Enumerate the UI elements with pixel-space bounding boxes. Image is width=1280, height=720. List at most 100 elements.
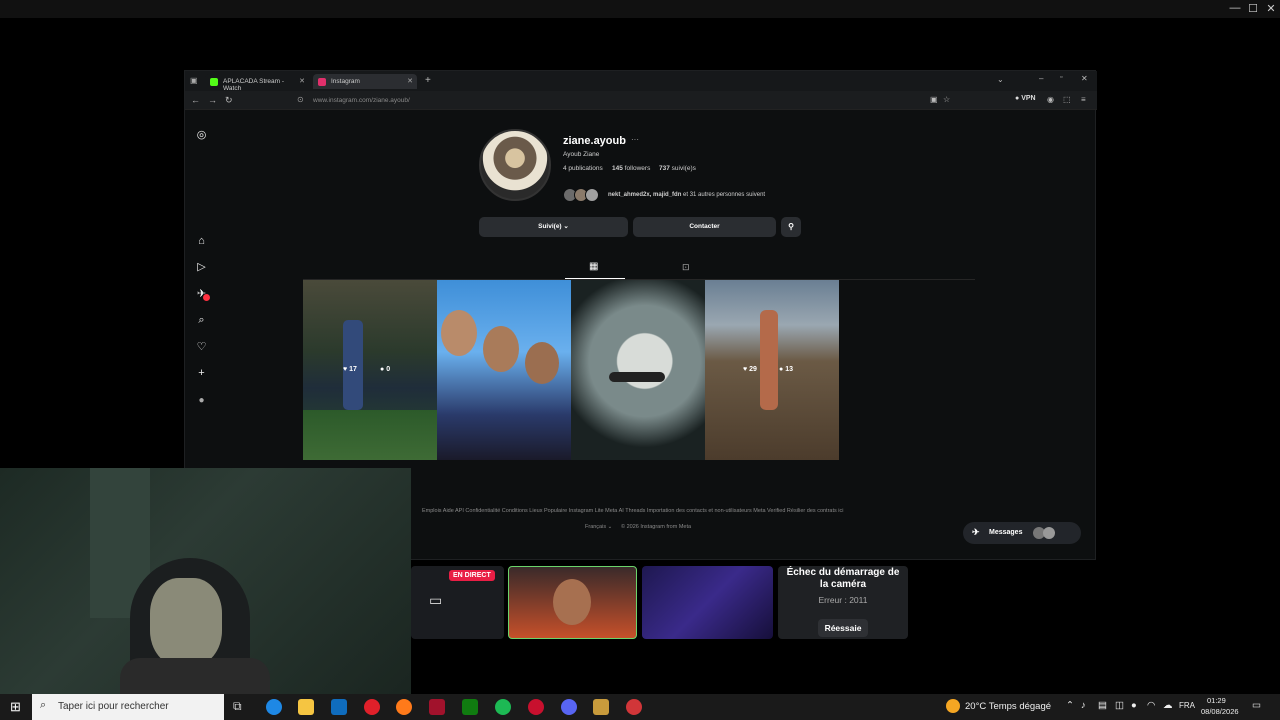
opera-icon[interactable] (364, 699, 380, 715)
tab-close-icon[interactable]: ✕ (407, 77, 413, 85)
language-indicator[interactable]: FRA (1179, 701, 1195, 710)
language-selector[interactable]: Français ⌄ (585, 524, 612, 530)
post-4[interactable]: ♥ 29 ● 13 (705, 280, 839, 460)
network-icon[interactable]: ◠ (1147, 700, 1155, 711)
avatar (1043, 527, 1055, 539)
volume-icon[interactable]: ♪ (1081, 700, 1086, 711)
clock-date[interactable]: 08/08/2026 (1201, 707, 1239, 716)
extensions-icon[interactable]: ⬚ (1063, 95, 1071, 104)
tab-instagram[interactable]: Instagram ✕ (313, 74, 417, 89)
screenshot-icon[interactable]: ▣ (930, 95, 938, 104)
menu-icon[interactable]: ≡ (1081, 95, 1086, 104)
retry-button[interactable]: Réessaie (818, 619, 868, 637)
instagram-logo-icon[interactable]: ◎ (195, 129, 208, 142)
post-3[interactable] (571, 280, 705, 460)
options-icon[interactable]: ··· (631, 135, 639, 144)
player-figure (343, 320, 363, 410)
notifications-icon[interactable]: ▭ (1252, 700, 1261, 711)
forward-icon[interactable]: → (208, 95, 217, 105)
vpn-label: VPN (1021, 95, 1036, 102)
profile-avatar-icon[interactable]: ● (195, 394, 208, 407)
search-icon: ⌕ (40, 699, 47, 711)
guest-cam-2[interactable] (642, 566, 773, 639)
file-explorer-icon[interactable] (298, 699, 314, 715)
stream-thumbnail-live[interactable]: EN DIRECT ▭ (411, 566, 504, 639)
app-icon[interactable] (429, 699, 445, 715)
post-1[interactable]: ♥ 17 ● 0 (303, 280, 437, 460)
bookmark-icon[interactable]: ☆ (943, 95, 950, 104)
tab-kick[interactable]: APLACADA Stream - Watch ✕ (205, 74, 309, 92)
microphone-icon[interactable]: ● (1131, 700, 1137, 711)
following-link[interactable]: 737 suivi(e)s (659, 165, 696, 172)
face-2 (483, 326, 519, 372)
search-placeholder: Taper ici pour rechercher (58, 701, 169, 712)
live-badge: EN DIRECT (449, 570, 495, 581)
comments-count: ● 0 (380, 366, 391, 373)
post-2[interactable] (437, 280, 571, 460)
app-icon[interactable] (528, 699, 544, 715)
profile-username: ziane.ayoub (563, 135, 626, 147)
cloud-icon[interactable]: ☁ (1163, 700, 1173, 711)
start-icon[interactable]: ⊞ (10, 699, 21, 715)
reels-icon[interactable]: ▷ (195, 261, 208, 274)
followers-link[interactable]: 145 followers (612, 165, 650, 172)
contact-button[interactable]: Contacter (633, 217, 776, 237)
weather-icon[interactable] (946, 699, 960, 713)
guest-cam-1[interactable] (508, 566, 637, 639)
back-icon[interactable]: ← (191, 95, 200, 105)
spotify-icon[interactable] (495, 699, 511, 715)
app-icon[interactable] (626, 699, 642, 715)
profile-icon[interactable]: ◉ (1047, 95, 1054, 104)
mutual-avatars (563, 188, 603, 202)
firefox-icon[interactable] (396, 699, 412, 715)
site-info-icon[interactable]: ⊙ (297, 95, 304, 104)
edge-icon[interactable] (266, 699, 282, 715)
league-icon[interactable] (593, 699, 609, 715)
url-text: www.instagram.com/ziane.ayoub/ (313, 97, 410, 104)
minimize-icon[interactable]: – (1039, 74, 1043, 83)
close-icon[interactable]: ✕ (1264, 2, 1278, 15)
followers-count: 145 (612, 165, 623, 172)
tray-chevron-icon[interactable]: ⌃ (1066, 700, 1074, 711)
maximize-icon[interactable]: ☐ (1246, 2, 1260, 15)
tab-actions-icon[interactable]: ▣ (190, 76, 198, 85)
tray-app-icon[interactable]: ◫ (1115, 700, 1124, 711)
footer-links[interactable]: Emplois Aide API Confidentialité Conditi… (422, 508, 952, 514)
tray-app-icon[interactable]: ▤ (1098, 700, 1107, 711)
reload-icon[interactable]: ↻ (225, 95, 233, 106)
tab-close-icon[interactable]: ✕ (299, 77, 305, 85)
xbox-icon[interactable] (462, 699, 478, 715)
tab-search-icon[interactable]: ⌄ (997, 75, 1004, 84)
vpn-button[interactable]: ● VPN (1015, 95, 1036, 102)
clock-time[interactable]: 01:29 (1207, 696, 1226, 705)
streamer-face (150, 578, 222, 666)
outlook-icon[interactable] (331, 699, 347, 715)
face-3 (525, 342, 559, 384)
heart-icon[interactable]: ♡ (195, 341, 208, 354)
new-tab-icon[interactable]: + (425, 75, 431, 86)
followed-by-text[interactable]: nekt_ahmed2x, majid_fdn et 31 autres per… (608, 192, 765, 198)
copyright: © 2026 Instagram from Meta (621, 524, 692, 530)
close-icon[interactable]: ✕ (1081, 74, 1088, 83)
posts-grid-icon[interactable]: ▦ (589, 261, 598, 272)
guest-face (553, 579, 591, 625)
notification-badge (203, 294, 210, 301)
messages-bar[interactable]: ✈ Messages (963, 522, 1081, 544)
taskbar-search[interactable]: ⌕ Taper ici pour rechercher (32, 694, 224, 720)
following-button[interactable]: Suivi(e) ⌄ (479, 217, 628, 237)
profile-picture[interactable] (479, 129, 551, 201)
url-field[interactable]: ⊙ www.instagram.com/ziane.ayoub/ (297, 94, 797, 107)
search-icon[interactable]: ⌕ (195, 314, 208, 327)
discord-icon[interactable] (561, 699, 577, 715)
weather-text[interactable]: 20°C Temps dégagé (965, 701, 1051, 712)
home-icon[interactable]: ⌂ (195, 235, 208, 248)
webcam-feed (0, 468, 411, 700)
instagram-tab-icon (318, 78, 326, 86)
comments-value: 0 (386, 366, 391, 373)
suggest-user-icon[interactable]: ⚲ (781, 217, 801, 237)
task-view-icon[interactable]: ⧉ (233, 699, 242, 714)
create-icon[interactable]: + (195, 367, 208, 380)
tagged-icon[interactable]: ⊡ (682, 262, 690, 273)
minimize-icon[interactable]: — (1228, 2, 1242, 14)
restore-icon[interactable]: ▫ (1060, 74, 1062, 81)
